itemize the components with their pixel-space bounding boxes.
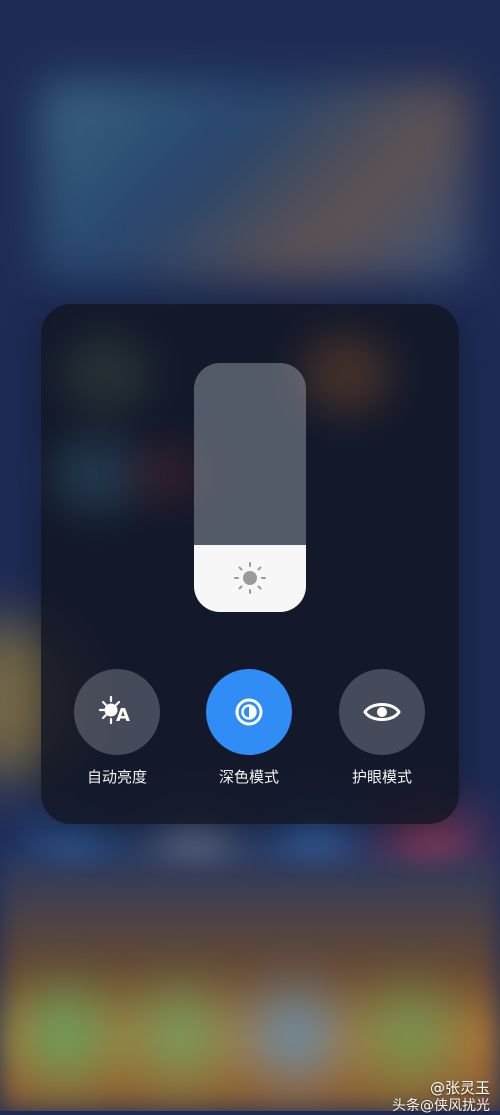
watermark: @张灵玉 头条@侠风扰光 (392, 1079, 490, 1115)
watermark-author: @张灵玉 (429, 1079, 490, 1097)
blurred-app-icon (250, 990, 340, 1080)
blurred-app-icon (61, 334, 151, 414)
blurred-app-icon (20, 990, 110, 1080)
eye-protection-button[interactable] (339, 669, 425, 755)
auto-brightness-label: 自动亮度 (86, 768, 147, 786)
auto-brightness-tile[interactable]: A 自动亮度 (74, 669, 160, 787)
blurred-app-icon (51, 434, 141, 514)
blurred-widget (40, 80, 470, 280)
auto-brightness-icon: A (98, 695, 130, 726)
blurred-app-icon (135, 990, 225, 1080)
eye-protection-label: 护眼模式 (351, 768, 412, 786)
blurred-app-icon (365, 990, 455, 1080)
sun-icon (234, 562, 266, 595)
dark-mode-icon (235, 698, 263, 726)
dark-mode-button[interactable] (206, 669, 292, 755)
dark-mode-label: 深色模式 (218, 768, 279, 786)
svg-text:A: A (116, 705, 130, 726)
blurred-app-icon (131, 444, 201, 504)
dark-mode-tile[interactable]: 深色模式 (206, 669, 292, 787)
auto-brightness-button[interactable]: A (74, 669, 160, 755)
watermark-source: 头条@侠风扰光 (392, 1098, 490, 1114)
eye-protection-tile[interactable]: 护眼模式 (339, 669, 425, 787)
brightness-slider-fill (194, 544, 306, 612)
brightness-slider[interactable] (194, 363, 306, 612)
blurred-app-icon (301, 334, 391, 414)
eye-icon (363, 703, 401, 721)
